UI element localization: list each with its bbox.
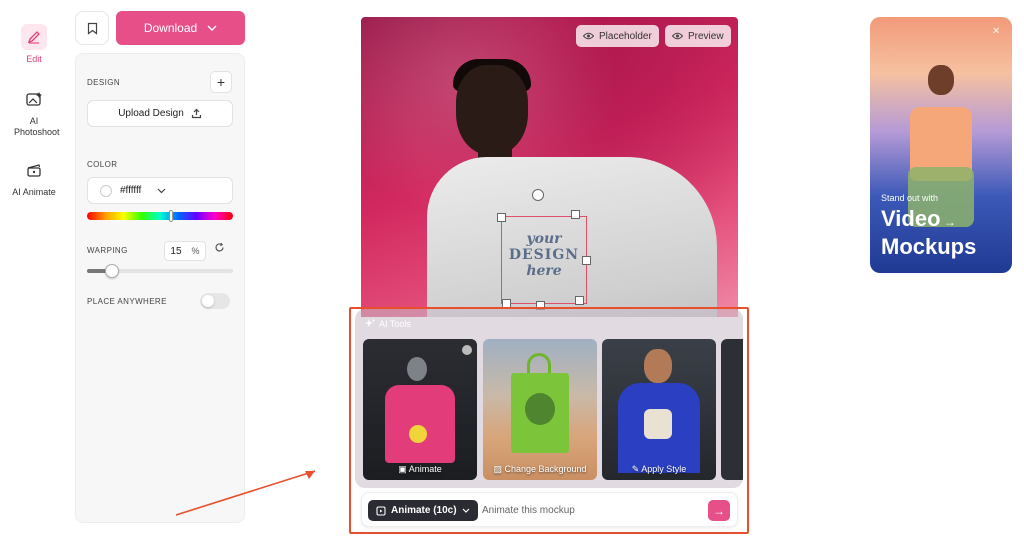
plus-icon: + [216,74,226,90]
settings-panel: DESIGN + Upload Design COLOR #ffffff WAR… [75,53,245,523]
rail-item-label: Edit [26,54,42,64]
send-button[interactable]: → [708,500,730,521]
video-icon: ▣ [398,464,409,474]
download-label: Download [143,21,198,35]
upload-design-button[interactable]: Upload Design [87,100,233,127]
resize-handle-right[interactable] [582,256,591,265]
ghost-print [644,409,672,439]
resize-handle-top-left[interactable] [497,213,506,222]
rail-item-edit[interactable]: Edit [0,24,68,64]
resize-handle-top-right[interactable] [571,210,580,219]
eye-icon [583,32,594,40]
design-placeholder-text: your DESIGN here [502,231,586,279]
annotation-arrow [175,470,316,516]
left-rail: Edit AI Photoshoot AI Animate [0,0,68,538]
color-value: #ffffff [120,185,142,196]
promo-title-line1: Video → [881,206,956,231]
ai-tools-header: AI Tools [365,319,411,329]
brush-icon: ✎ [631,464,642,474]
mockup-editor: Edit AI Photoshoot AI Animate Download D… [0,0,1024,538]
resize-handle-bottom-left[interactable] [502,299,511,308]
bookmark-button[interactable] [75,11,109,45]
design-line-3: here [526,263,562,279]
animate-mode-select[interactable]: Animate (10c) [368,500,478,521]
design-line-2: DESIGN [508,247,580,263]
design-placeholder-box[interactable]: your DESIGN here [501,216,587,304]
warping-slider[interactable] [87,264,233,278]
eye-icon [672,32,683,40]
resize-handle-bottom-right[interactable] [575,296,584,305]
bookmark-icon [87,22,97,35]
mannequin-head [407,357,427,381]
video-icon [376,505,386,516]
design-line-1: your [526,231,562,247]
color-section-title: COLOR [87,160,118,169]
animate-mode-label: Animate (10c) [391,505,457,516]
promo-subtitle: Stand out with [881,193,939,203]
smiley-print [409,425,427,443]
arrow-right-icon: → [713,503,725,518]
refresh-icon [215,242,224,252]
bag-print [525,393,555,425]
promo-model-head [928,65,954,95]
tool-card-apply-style[interactable]: ✎ Apply Style [602,339,716,480]
upload-icon [191,108,201,119]
check-icon [462,345,472,355]
warping-slider-thumb[interactable] [105,264,119,278]
ai-photoshoot-icon [21,86,47,112]
add-design-button[interactable]: + [210,71,232,93]
place-anywhere-toggle[interactable] [200,293,230,309]
image-icon: ▨ [493,464,505,474]
rail-item-label: AI Animate [12,187,56,197]
model-head-2 [644,349,672,383]
clapper-icon [21,157,47,183]
warping-unit: % [191,246,200,256]
warping-input[interactable]: 15 % [164,241,206,261]
sparkle-icon [365,319,375,327]
bag-handle [527,353,551,375]
tool-card-partial[interactable] [721,339,743,480]
preview-label: Preview [688,30,724,42]
placeholder-button[interactable]: Placeholder [576,25,659,47]
video-mockups-promo[interactable]: ✕ Stand out with Video → Mockups [870,17,1012,273]
chevron-down-icon [207,25,217,31]
upload-label: Upload Design [118,108,184,119]
arrow-right-icon: → [940,215,956,229]
chevron-down-icon [462,508,470,513]
warping-section-title: WARPING [87,246,128,255]
promo-title-line2: Mockups [881,234,977,259]
mockup-canvas[interactable]: Placeholder Preview your DESIGN here [361,17,738,317]
close-icon[interactable]: ✕ [992,26,1000,37]
tool-label-animate: ▣ Animate [398,464,442,474]
rail-item-label: AI Photoshoot [14,116,60,137]
color-swatch [100,185,112,197]
model-head [456,65,528,155]
ai-tools-title: AI Tools [379,319,411,329]
reset-warping-button[interactable] [214,242,225,256]
hue-slider-thumb[interactable] [169,210,173,222]
design-section-title: DESIGN [87,78,121,87]
tool-card-change-background[interactable]: ▨ Change Background [483,339,597,480]
ai-tools-panel: AI Tools ▣ Animate ▨ Change Background ✎… [355,309,743,488]
place-anywhere-title: PLACE ANYWHERE [87,297,167,306]
hue-slider[interactable] [87,210,233,222]
tool-card-animate[interactable]: ▣ Animate [363,339,477,480]
download-button[interactable]: Download [116,11,245,45]
color-select[interactable]: #ffffff [87,177,233,204]
rotate-handle[interactable] [532,189,544,201]
warping-value: 15 [170,245,182,257]
placeholder-label: Placeholder [599,30,652,42]
rail-item-ai-animate[interactable]: AI Animate [0,157,68,197]
preview-button[interactable]: Preview [665,25,731,47]
chevron-down-icon [157,188,166,193]
prompt-bar: Animate (10c) → [361,492,738,527]
pink-tshirt [385,385,455,463]
tool-label-change-background: ▨ Change Background [493,464,587,474]
rail-item-ai-photoshoot[interactable]: AI Photoshoot [0,86,68,138]
toggle-knob [202,295,214,307]
tool-label-apply-style: ✎ Apply Style [631,464,687,474]
prompt-input[interactable] [482,501,702,520]
edit-icon [21,24,47,50]
